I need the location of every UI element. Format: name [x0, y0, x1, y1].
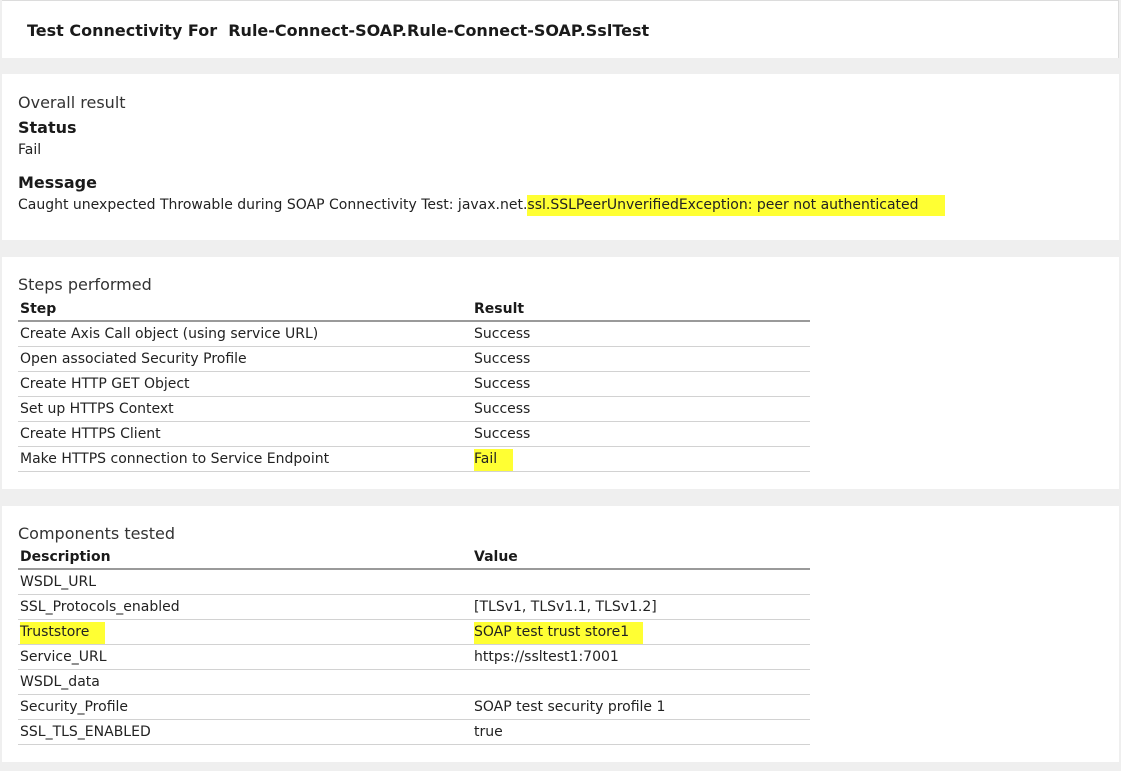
description-cell: Security_Profile — [18, 694, 472, 720]
table-row: Security_Profile SOAP test security prof… — [18, 694, 810, 720]
table-row: Open associated Security Profile Success — [18, 346, 810, 372]
header-panel: Test Connectivity For Rule-Connect-SOAP.… — [2, 0, 1119, 58]
table-row: Truststore SOAP test trust store1 — [18, 619, 810, 645]
description-cell: SSL_Protocols_enabled — [18, 594, 472, 620]
fail-highlight: Fail — [474, 449, 514, 471]
description-cell: WSDL_URL — [18, 569, 472, 595]
page-title: Test Connectivity For Rule-Connect-SOAP.… — [27, 21, 650, 40]
table-row: WSDL_data — [18, 669, 810, 695]
description-cell: Truststore — [18, 619, 472, 645]
components-heading: Components tested — [18, 524, 176, 543]
step-cell: Create HTTPS Client — [18, 421, 472, 447]
description-column-header: Description — [18, 546, 472, 570]
table-row: Create Axis Call object (using service U… — [18, 321, 810, 347]
steps-header-row: Step Result — [18, 298, 810, 322]
truststore-value-highlight: SOAP test trust store1 — [474, 622, 644, 644]
overall-result-panel: Overall result Status Fail Message Caugh… — [2, 74, 1119, 240]
status-label: Status — [18, 118, 77, 137]
value-cell: SOAP test trust store1 — [472, 619, 810, 645]
step-cell: Create Axis Call object (using service U… — [18, 321, 472, 347]
result-cell: Success — [472, 421, 810, 447]
steps-heading: Steps performed — [18, 275, 152, 294]
value-cell: [TLSv1, TLSv1.1, TLSv1.2] — [472, 594, 810, 620]
table-row: Create HTTP GET Object Success — [18, 371, 810, 397]
result-cell: Success — [472, 371, 810, 397]
step-cell: Make HTTPS connection to Service Endpoin… — [18, 446, 472, 472]
value-cell — [472, 669, 810, 695]
result-cell: Fail — [472, 446, 810, 472]
value-cell: https://ssltest1:7001 — [472, 644, 810, 670]
value-cell: true — [472, 719, 810, 745]
step-column-header: Step — [18, 298, 472, 322]
table-row: SSL_Protocols_enabled [TLSv1, TLSv1.1, T… — [18, 594, 810, 620]
description-cell: WSDL_data — [18, 669, 472, 695]
message-prefix: Caught unexpected Throwable during SOAP … — [18, 197, 528, 213]
result-cell: Success — [472, 346, 810, 372]
table-row: Set up HTTPS Context Success — [18, 396, 810, 422]
result-cell: Success — [472, 396, 810, 422]
truststore-highlight: Truststore — [20, 622, 106, 644]
result-cell: Success — [472, 321, 810, 347]
description-cell: SSL_TLS_ENABLED — [18, 719, 472, 745]
components-table: Description Value WSDL_URL SSL_Protocols… — [18, 546, 810, 745]
steps-table: Step Result Create Axis Call object (usi… — [18, 298, 810, 472]
value-cell — [472, 569, 810, 595]
value-column-header: Value — [472, 546, 810, 570]
message-label: Message — [18, 173, 97, 192]
table-row: Service_URL https://ssltest1:7001 — [18, 644, 810, 670]
table-row: Make HTTPS connection to Service Endpoin… — [18, 446, 810, 472]
table-row: SSL_TLS_ENABLED true — [18, 719, 810, 745]
result-column-header: Result — [472, 298, 810, 322]
step-cell: Open associated Security Profile — [18, 346, 472, 372]
step-cell: Set up HTTPS Context — [18, 396, 472, 422]
value-cell: SOAP test security profile 1 — [472, 694, 810, 720]
description-cell: Service_URL — [18, 644, 472, 670]
message-highlight: ssl.SSLPeerUnverifiedException: peer not… — [527, 195, 945, 216]
status-value: Fail — [18, 142, 42, 158]
components-header-row: Description Value — [18, 546, 810, 570]
table-row: Create HTTPS Client Success — [18, 421, 810, 447]
steps-panel: Steps performed Step Result Create Axis … — [2, 257, 1119, 489]
message-text: Caught unexpected Throwable during SOAP … — [18, 195, 945, 216]
overall-result-heading: Overall result — [18, 93, 126, 112]
step-cell: Create HTTP GET Object — [18, 371, 472, 397]
table-row: WSDL_URL — [18, 569, 810, 595]
components-panel: Components tested Description Value WSDL… — [2, 506, 1119, 762]
